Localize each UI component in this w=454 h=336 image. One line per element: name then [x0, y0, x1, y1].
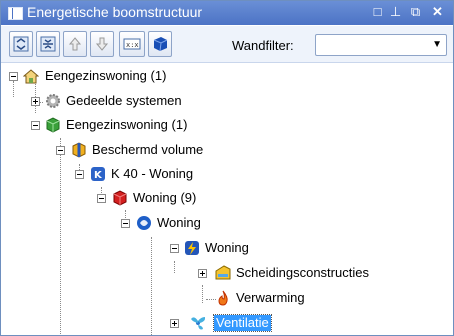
tree-item-label[interactable]: Beschermd volume	[90, 142, 205, 158]
expand-all-icon	[13, 36, 29, 52]
pin-button[interactable]: ⊥	[387, 3, 404, 21]
lightning-icon	[185, 241, 199, 255]
expand-all-button[interactable]	[9, 31, 33, 57]
float-button[interactable]: ⧉	[407, 3, 424, 21]
window-icon	[8, 7, 23, 20]
svg-text:K: K	[94, 170, 103, 181]
svg-text:x:x: x:x	[126, 41, 139, 49]
move-down-icon	[95, 37, 109, 51]
maximize-button[interactable]: □	[369, 3, 386, 21]
3d-view-icon	[153, 37, 168, 52]
wall-filter-dropdown[interactable]: ▼	[315, 34, 447, 56]
blue-swirl-icon	[137, 216, 151, 230]
window-title: Energetische boomstructuur	[27, 4, 203, 20]
titlebar: Energetische boomstructuur □ ⊥ ⧉ ✕	[1, 1, 453, 25]
move-down-button[interactable]	[90, 31, 114, 57]
yellow-box-icon	[72, 142, 86, 158]
fan-icon	[191, 317, 205, 330]
tree-item-label[interactable]: Woning (9)	[131, 190, 198, 206]
rename-button[interactable]: x:x	[119, 31, 145, 57]
tree-item-label[interactable]: Scheidingsconstructies	[234, 265, 371, 281]
tree-item-label[interactable]: Gedeelde systemen	[64, 93, 184, 109]
tree-item-label[interactable]: K 40 - Woning	[109, 166, 195, 182]
tree-item-label-selected[interactable]: Ventilatie	[213, 314, 272, 332]
blue-k-icon: K	[91, 167, 105, 181]
tree-window: Energetische boomstructuur □ ⊥ ⧉ ✕ x:x W…	[0, 0, 454, 336]
move-up-button[interactable]	[63, 31, 87, 57]
tree-view: Eengezinswoning (1) Gedeelde systemen Ee…	[1, 63, 453, 335]
tree-item-label[interactable]: Woning	[203, 240, 251, 256]
wall-filter-label: Wandfilter:	[232, 38, 294, 53]
tree-item-label[interactable]: Eengezinswoning (1)	[43, 68, 168, 84]
toolbar: x:x Wandfilter: ▼	[1, 26, 453, 63]
move-up-icon	[68, 37, 82, 51]
tree-item-label[interactable]: Eengezinswoning (1)	[64, 117, 189, 133]
gear-icon	[46, 94, 60, 108]
green-cube-icon	[46, 117, 60, 133]
collapse-all-button[interactable]	[36, 31, 60, 57]
chevron-down-icon: ▼	[432, 39, 442, 50]
red-cube-icon	[113, 190, 127, 206]
collapse-all-icon	[40, 36, 56, 52]
wall-icon	[215, 265, 231, 280]
tree-item-label[interactable]: Verwarming	[234, 290, 307, 306]
3d-view-button[interactable]	[148, 31, 172, 57]
rename-icon: x:x	[123, 38, 141, 50]
house-family-icon	[23, 69, 39, 84]
flame-icon	[218, 290, 228, 306]
tree-item-label[interactable]: Woning	[155, 215, 203, 231]
close-button[interactable]: ✕	[429, 3, 446, 21]
